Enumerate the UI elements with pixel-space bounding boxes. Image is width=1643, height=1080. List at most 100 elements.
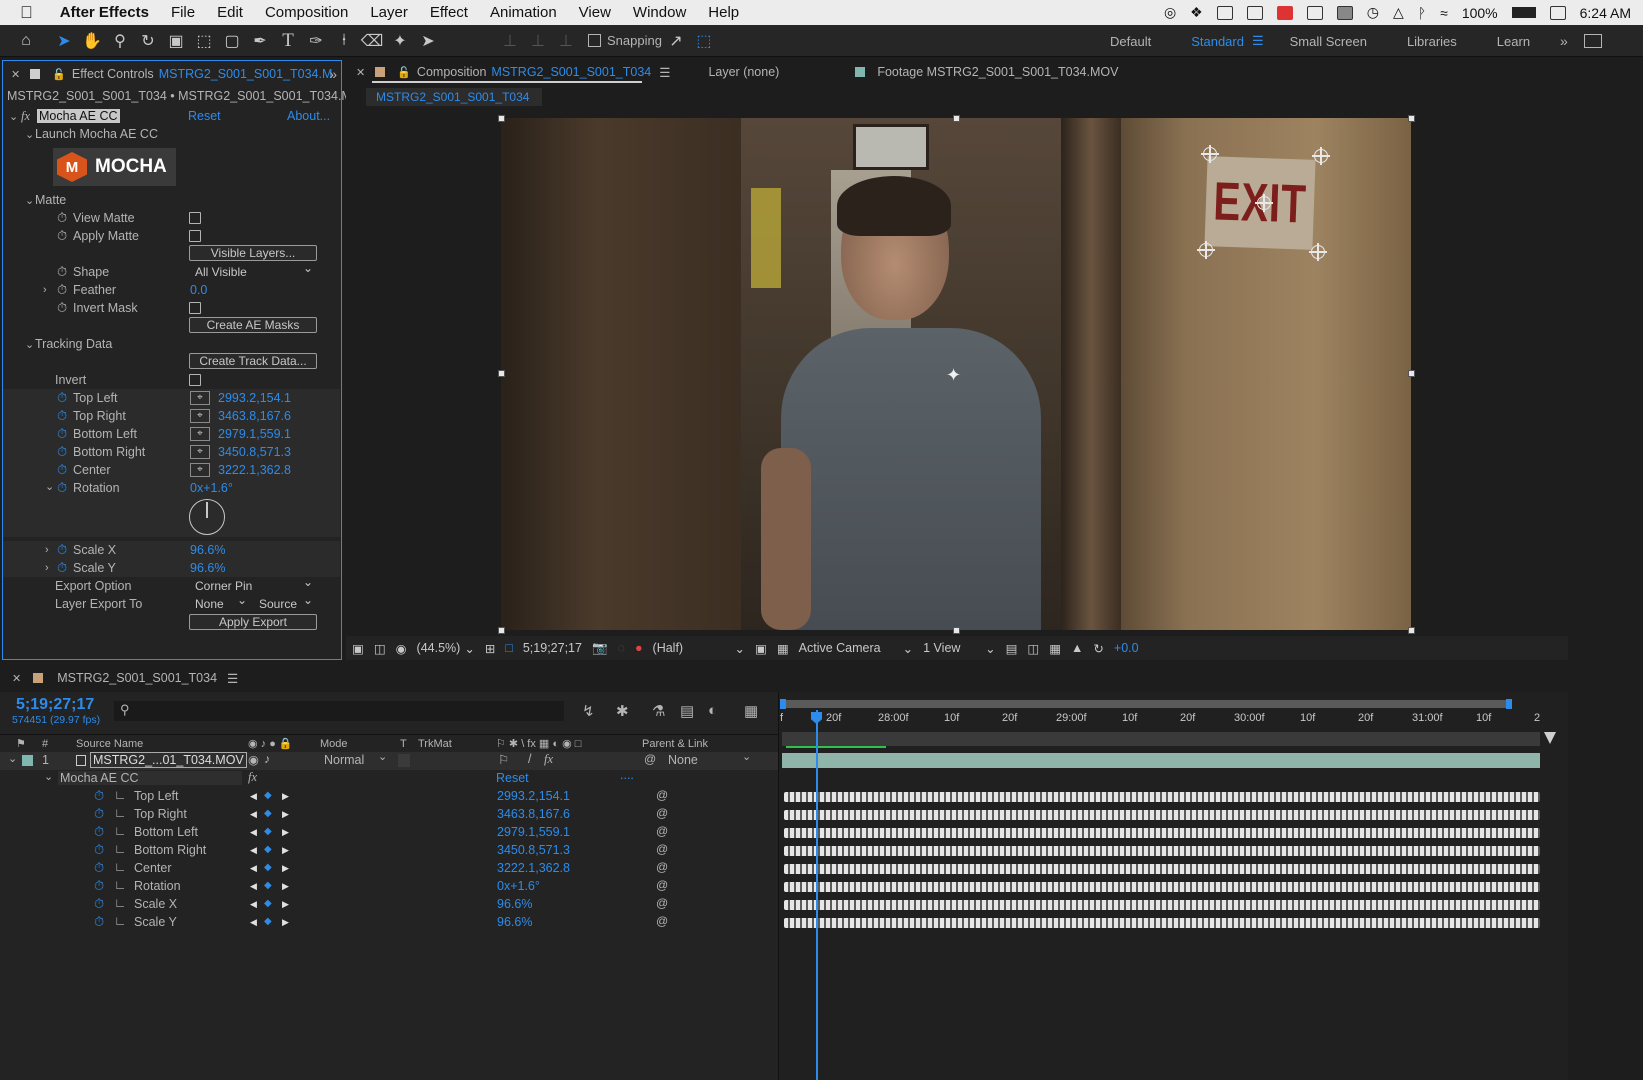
workspace-standard[interactable]: Standard <box>1171 34 1264 49</box>
label-tag-icon[interactable]: ⚑ <box>16 735 26 753</box>
chevron-down-icon[interactable]: ⌄ <box>903 641 913 656</box>
effect-header-row[interactable]: ⌄ fx Mocha AE CC Reset About... <box>3 107 340 125</box>
apply-export-button[interactable]: Apply Export <box>189 614 317 630</box>
comp-navigator-bar[interactable] <box>782 732 1540 746</box>
graph-icon[interactable]: ∟ <box>114 896 126 910</box>
app-status-icon[interactable] <box>1216 5 1233 20</box>
stopwatch-icon[interactable]: ⏱ <box>94 914 104 930</box>
audio-icon[interactable]: ♪ <box>264 752 270 766</box>
chevron-right-icon[interactable]: › <box>45 562 49 574</box>
show-snapshot-icon[interactable]: ◌ <box>618 641 625 655</box>
menu-effect[interactable]: Effect <box>419 4 479 21</box>
corner-pin-center-icon[interactable] <box>1255 194 1273 212</box>
tracking-data-label[interactable]: Tracking Data <box>35 337 112 351</box>
stopwatch-icon[interactable]: ⏱ <box>94 878 104 894</box>
prop-value[interactable]: 0x+1.6° <box>497 879 540 893</box>
prev-keyframe-icon[interactable]: ◀ <box>250 917 257 928</box>
frame-handle-tr[interactable] <box>1408 115 1415 122</box>
close-icon[interactable]: ✕ <box>11 68 20 81</box>
axis-view-icon[interactable]: ⊥ <box>552 27 580 55</box>
display-icon[interactable] <box>1336 5 1353 20</box>
chevron-down-icon[interactable]: ⌄ <box>742 750 751 763</box>
fast-previews-icon[interactable]: ◫ <box>1027 641 1039 656</box>
eraser-tool-icon[interactable]: ⌫ <box>358 27 386 55</box>
rotate-tool-icon[interactable]: ↻ <box>134 27 162 55</box>
menu-view[interactable]: View <box>568 4 622 21</box>
chevron-down-icon[interactable]: ⌄ <box>45 480 54 493</box>
timeline-icon[interactable]: ▦ <box>1049 641 1061 656</box>
fx-icon[interactable]: fx <box>21 109 30 124</box>
keyframe-icon[interactable]: ◆ <box>264 826 272 837</box>
layer-duration-bar[interactable] <box>782 753 1540 768</box>
rotation-value[interactable]: 0x+1.6° <box>190 481 233 495</box>
prop-row-rotation[interactable]: ⏱ ∟ Rotation ◀ ◆ ▶ 0x+1.6° @ <box>0 878 778 896</box>
keyframe-strip[interactable] <box>784 882 1540 892</box>
next-keyframe-icon[interactable]: ▶ <box>282 791 289 802</box>
work-area-end-handle[interactable] <box>1506 699 1512 709</box>
chevron-down-icon[interactable]: ⌄ <box>44 770 53 783</box>
launch-mocha-label[interactable]: Launch Mocha AE CC <box>35 127 158 141</box>
axis-world-icon[interactable]: ⊥ <box>524 27 552 55</box>
battery-icon[interactable] <box>1511 7 1536 18</box>
chevron-down-icon[interactable]: ⌄ <box>735 641 745 656</box>
safe-margins-icon[interactable]: ⊞ <box>485 641 495 656</box>
zoom-dropdown[interactable]: (44.5%) <box>417 641 461 655</box>
anchor-point-icon[interactable]: ✦ <box>946 365 961 386</box>
pickwhip-icon[interactable]: @ <box>656 914 668 928</box>
stopwatch-icon[interactable]: ⏱ <box>57 560 67 576</box>
chevron-down-icon[interactable]: ⌄ <box>25 338 34 351</box>
create-ae-masks-button[interactable]: Create AE Masks <box>189 317 317 333</box>
mask-visibility-icon[interactable]: □ <box>505 641 513 655</box>
chevron-down-icon[interactable]: ⌄ <box>464 641 474 656</box>
viewer-timecode[interactable]: 5;19;27;17 <box>523 641 582 655</box>
keyframe-icon[interactable]: ◆ <box>264 862 272 873</box>
frame-handle-mr[interactable] <box>1408 370 1415 377</box>
layer-mode-dropdown[interactable]: Normal <box>324 753 364 767</box>
stopwatch-icon[interactable]: ⏱ <box>57 444 67 460</box>
keyframe-strip[interactable] <box>784 828 1540 838</box>
stopwatch-icon[interactable]: ⏱ <box>94 842 104 858</box>
scale-y-value[interactable]: 96.6% <box>190 561 225 575</box>
layer-name[interactable]: MSTRG2_...01_T034.MOV <box>90 752 247 768</box>
camera-tool-icon[interactable]: ▣ <box>162 27 190 55</box>
stopwatch-icon[interactable]: ⏱ <box>57 264 67 280</box>
stopwatch-icon[interactable]: ⏱ <box>57 542 67 558</box>
frame-blending-icon[interactable]: ▤ <box>680 702 694 720</box>
prev-keyframe-icon[interactable]: ◀ <box>250 881 257 892</box>
stopwatch-icon[interactable]: ⏱ <box>57 390 67 406</box>
col-hash[interactable]: # <box>42 735 48 753</box>
close-icon[interactable]: ✕ <box>12 672 21 685</box>
stopwatch-icon[interactable]: ⏱ <box>57 480 67 496</box>
prop-row-scale-y[interactable]: ⏱ ∟ Scale Y ◀ ◆ ▶ 96.6% @ <box>0 914 778 932</box>
menu-animation[interactable]: Animation <box>479 4 568 21</box>
chevron-down-icon[interactable]: ⌄ <box>985 641 995 656</box>
keyframe-icon[interactable]: ◆ <box>264 808 272 819</box>
pickwhip-icon[interactable]: @ <box>656 896 668 910</box>
stopwatch-icon[interactable]: ⏱ <box>57 300 67 316</box>
selection-tool-icon[interactable]: ➤ <box>50 27 78 55</box>
pickwhip-icon[interactable]: @ <box>644 752 656 766</box>
draft-3d-icon[interactable]: ✱ <box>616 702 629 720</box>
pickwhip-icon[interactable]: @ <box>656 806 668 820</box>
creative-cloud-icon[interactable]: ◎ <box>1164 4 1176 21</box>
scale-x-value[interactable]: 96.6% <box>190 543 225 557</box>
crosshair-icon[interactable]: ⌖ <box>190 409 210 423</box>
keyframe-strip[interactable] <box>784 846 1540 856</box>
stopwatch-icon[interactable]: ⏱ <box>94 788 104 804</box>
export-option-dropdown[interactable]: Corner Pin <box>189 574 317 594</box>
menu-composition[interactable]: Composition <box>254 4 359 21</box>
prop-row-bottom-left[interactable]: ⏱ ∟ Bottom Left ◀ ◆ ▶ 2979.1,559.1 @ <box>0 824 778 842</box>
matte-group-row[interactable]: ⌄ Matte <box>3 191 340 209</box>
launch-mocha-row[interactable]: ⌄ Launch Mocha AE CC <box>3 125 340 143</box>
param-value[interactable]: 3463.8,167.6 <box>218 409 291 423</box>
prop-row-center[interactable]: ⏱ ∟ Center ◀ ◆ ▶ 3222.1,362.8 @ <box>0 860 778 878</box>
camera-dropdown[interactable]: Active Camera <box>799 641 893 655</box>
prop-value[interactable]: 2979.1,559.1 <box>497 825 570 839</box>
keyboard-icon[interactable] <box>1549 5 1566 20</box>
prev-keyframe-icon[interactable]: ◀ <box>250 845 257 856</box>
hand-tool-icon[interactable]: ✋ <box>78 27 106 55</box>
feather-value[interactable]: 0.0 <box>190 283 207 297</box>
wifi-icon[interactable]: ≈ <box>1440 5 1448 21</box>
prop-value[interactable]: 3463.8,167.6 <box>497 807 570 821</box>
effect-controls-tab-layer[interactable]: MSTRG2_S001_S001_T034.M <box>159 67 333 81</box>
